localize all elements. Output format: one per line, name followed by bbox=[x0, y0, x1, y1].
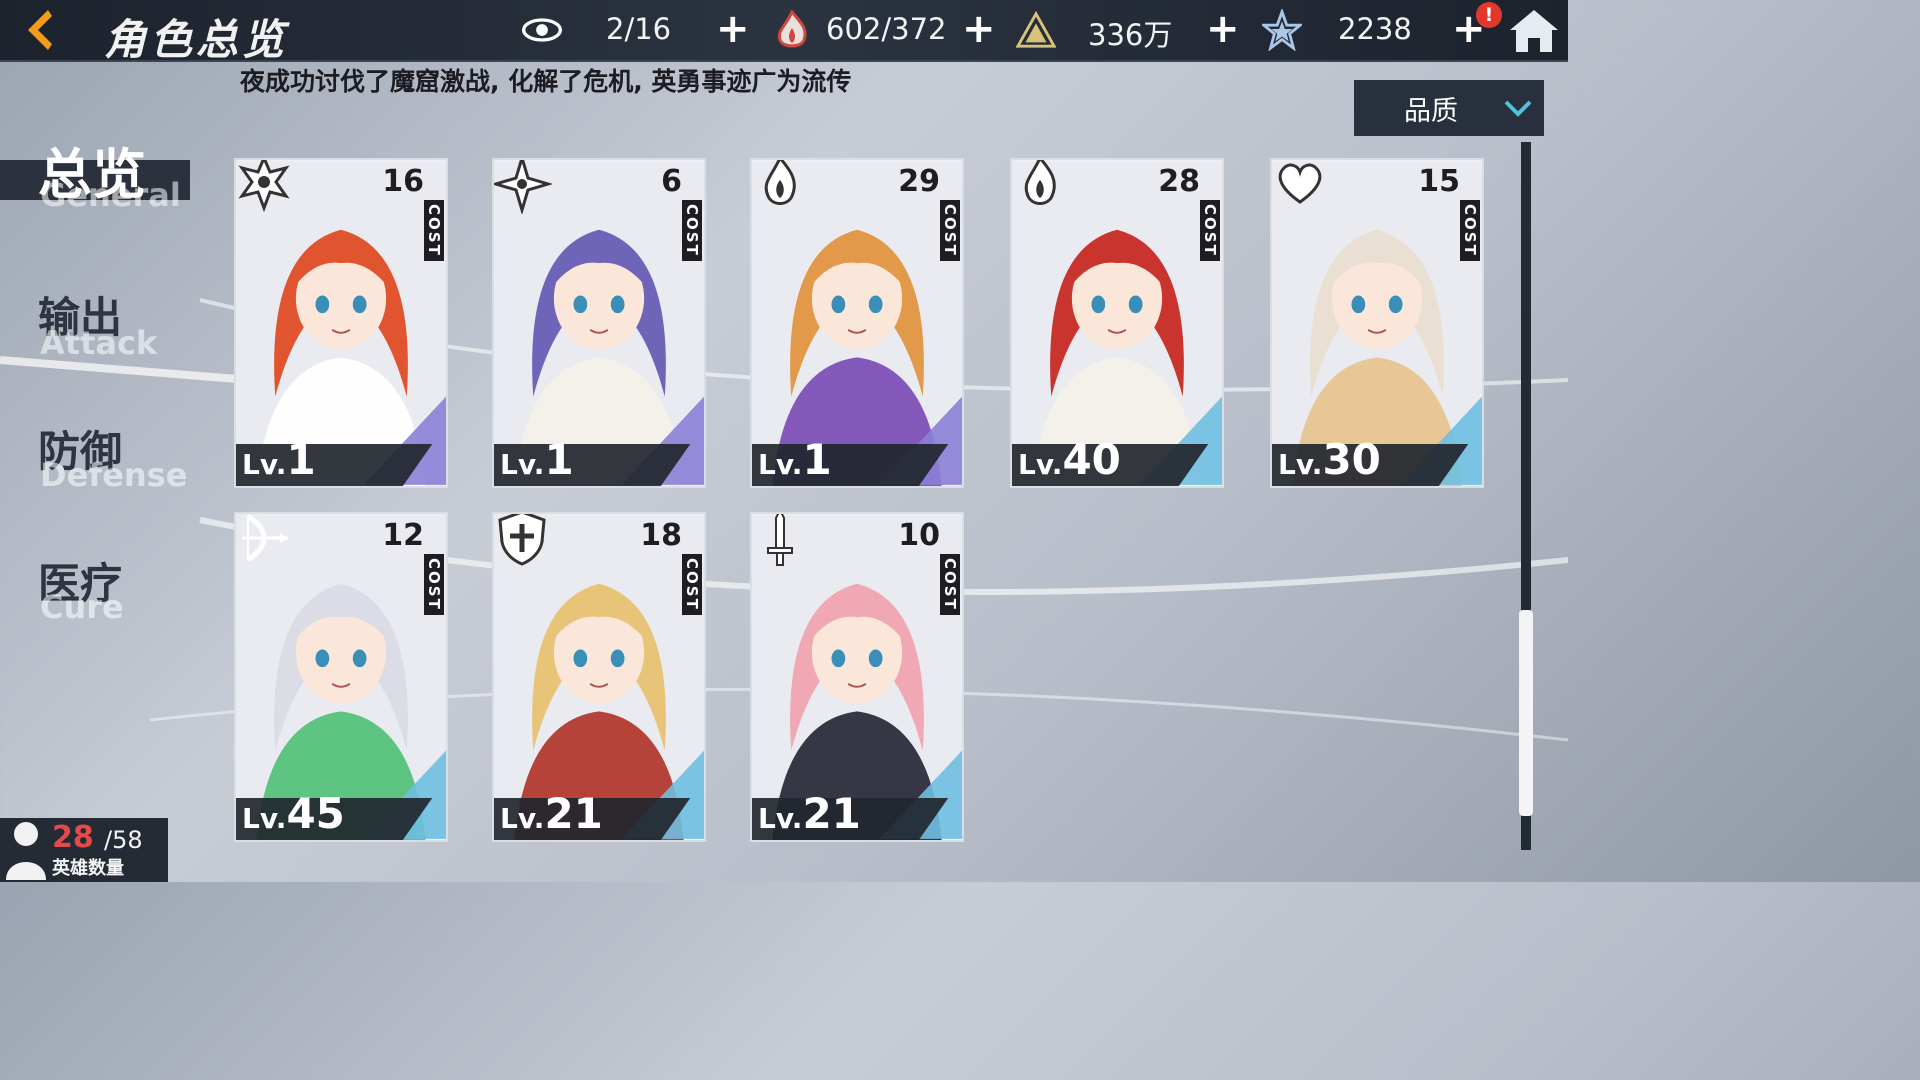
cost-label: COST bbox=[1200, 200, 1220, 261]
news-ticker: 夜成功讨伐了魔窟激战, 化解了危机, 英勇事迹广为流传 bbox=[240, 67, 852, 96]
chevron-down-icon bbox=[1504, 100, 1532, 117]
cost-label: COST bbox=[682, 554, 702, 615]
level-value: 40 bbox=[1062, 435, 1121, 484]
cost-label: COST bbox=[1460, 200, 1480, 261]
home-icon bbox=[1510, 10, 1558, 52]
tab-label-en: Cure bbox=[40, 588, 124, 626]
hero-card[interactable]: 6 COST Lv.1 bbox=[492, 158, 706, 488]
hero-card[interactable]: 18 COST Lv.21 bbox=[492, 512, 706, 842]
level-prefix: Lv. bbox=[758, 802, 803, 835]
hero-card[interactable]: 12 COST Lv.45 bbox=[234, 512, 448, 842]
hero-count-current: 28 bbox=[52, 820, 94, 855]
level-prefix: Lv. bbox=[500, 448, 545, 481]
level-prefix: Lv. bbox=[500, 802, 545, 835]
level-value: 1 bbox=[802, 435, 832, 484]
cost-value: 6 bbox=[661, 164, 682, 199]
level-prefix: Lv. bbox=[242, 448, 287, 481]
sort-label: 品质 bbox=[1404, 95, 1458, 127]
chevron-left-icon bbox=[28, 10, 52, 50]
tab-label-en: General bbox=[40, 176, 181, 214]
stat-value: 336万 bbox=[1088, 18, 1173, 52]
level-value: 1 bbox=[544, 435, 574, 484]
flame-icon bbox=[1012, 160, 1070, 214]
cost-value: 16 bbox=[382, 164, 424, 199]
shuriken-icon bbox=[494, 160, 554, 216]
cost-value: 15 bbox=[1418, 164, 1460, 199]
hero-card[interactable]: 29 COST Lv.1 bbox=[750, 158, 964, 488]
scrollbar-thumb[interactable] bbox=[1519, 610, 1533, 816]
cost-value: 18 bbox=[640, 518, 682, 553]
cost-value: 10 bbox=[898, 518, 940, 553]
cost-label: COST bbox=[940, 554, 960, 615]
back-button[interactable] bbox=[14, 6, 64, 54]
tab-label-en: Defense bbox=[40, 456, 188, 494]
level-value: 21 bbox=[544, 789, 603, 838]
person-icon bbox=[6, 822, 46, 880]
stamina-flame-icon bbox=[772, 10, 812, 50]
hero-card[interactable]: 16 COST Lv.1 bbox=[234, 158, 448, 488]
level-prefix: Lv. bbox=[242, 802, 287, 835]
flame-icon bbox=[752, 160, 810, 214]
cost-label: COST bbox=[424, 200, 444, 261]
tab-cure[interactable]: 医疗 Cure bbox=[0, 546, 200, 626]
level-text: Lv.40 bbox=[1018, 435, 1121, 484]
level-text: Lv.21 bbox=[500, 789, 603, 838]
shield-icon bbox=[494, 514, 552, 568]
level-text: Lv.1 bbox=[500, 435, 574, 484]
sort-dropdown[interactable]: 品质 bbox=[1354, 80, 1544, 136]
sword-icon bbox=[752, 514, 810, 568]
cost-value: 28 bbox=[1158, 164, 1200, 199]
stat-value: 2/16 bbox=[606, 12, 672, 46]
add-button[interactable]: + bbox=[962, 9, 996, 49]
star-crystal-icon bbox=[1262, 9, 1302, 51]
level-text: Lv.45 bbox=[242, 789, 345, 838]
heart-wing-icon bbox=[1272, 160, 1330, 214]
emblem-icon bbox=[236, 160, 294, 214]
eye-icon bbox=[522, 10, 562, 50]
tab-defense[interactable]: 防御 Defense bbox=[0, 414, 200, 494]
hero-card[interactable]: 28 COST Lv.40 bbox=[1010, 158, 1224, 488]
level-value: 45 bbox=[286, 789, 345, 838]
stat-value: 602/372 bbox=[826, 12, 947, 46]
hero-count-label: 英雄数量 bbox=[52, 858, 124, 879]
tab-general[interactable]: 总览 General bbox=[0, 130, 200, 220]
cost-value: 29 bbox=[898, 164, 940, 199]
tab-label-en: Attack bbox=[40, 324, 158, 362]
level-text: Lv.21 bbox=[758, 789, 861, 838]
add-button[interactable]: + bbox=[716, 9, 750, 49]
tab-attack[interactable]: 输出 Attack bbox=[0, 280, 200, 362]
cost-label: COST bbox=[424, 554, 444, 615]
level-prefix: Lv. bbox=[758, 448, 803, 481]
home-button[interactable] bbox=[1508, 6, 1560, 54]
hero-card[interactable]: 15 COST Lv.30 bbox=[1270, 158, 1484, 488]
level-value: 1 bbox=[286, 435, 316, 484]
level-prefix: Lv. bbox=[1018, 448, 1063, 481]
add-button[interactable]: + bbox=[1206, 9, 1240, 49]
cost-label: COST bbox=[682, 200, 702, 261]
cost-label: COST bbox=[940, 200, 960, 261]
gold-pyramid-icon bbox=[1016, 10, 1056, 50]
level-text: Lv.1 bbox=[758, 435, 832, 484]
level-text: Lv.30 bbox=[1278, 435, 1381, 484]
cost-value: 12 bbox=[382, 518, 424, 553]
hero-card[interactable]: 10 COST Lv.21 bbox=[750, 512, 964, 842]
stat-value: 2238 bbox=[1338, 12, 1412, 46]
alert-badge: ! bbox=[1476, 2, 1502, 28]
level-text: Lv.1 bbox=[242, 435, 316, 484]
bow-icon bbox=[236, 514, 294, 568]
page-title: 角色总览 bbox=[104, 15, 289, 64]
level-prefix: Lv. bbox=[1278, 448, 1323, 481]
level-value: 21 bbox=[802, 789, 861, 838]
level-value: 30 bbox=[1322, 435, 1381, 484]
hero-count-max: /58 bbox=[104, 826, 143, 854]
